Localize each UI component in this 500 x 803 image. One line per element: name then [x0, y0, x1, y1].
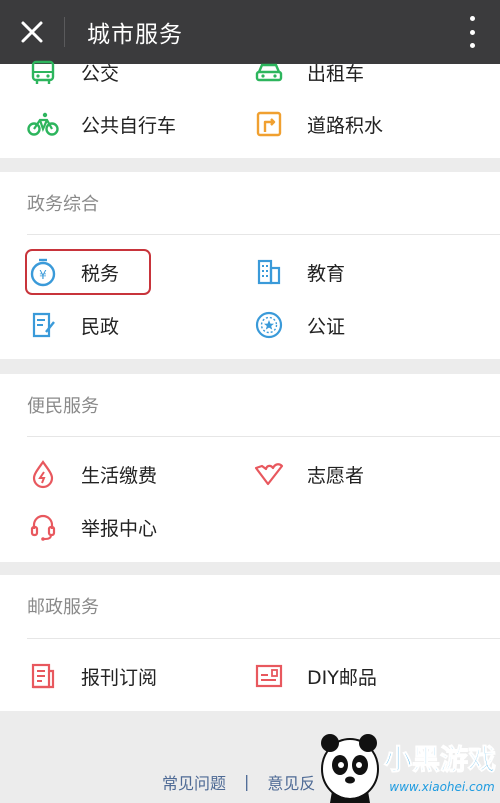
service-volunteer[interactable]: 志愿者 [253, 454, 364, 494]
more-dot-icon [469, 29, 475, 35]
seal-icon [253, 309, 285, 341]
newspaper-icon [27, 660, 59, 692]
service-label: 报刊订阅 [81, 666, 158, 689]
page-title: 城市服务 [87, 22, 183, 48]
building-icon [253, 256, 285, 288]
service-bus[interactable]: 公交 [27, 52, 119, 92]
service-education[interactable]: 教育 [253, 252, 345, 292]
service-diy-stamps[interactable]: DIY邮品 [253, 656, 377, 696]
title-divider [64, 17, 65, 47]
watermark-brand: 小黑游戏 [384, 743, 496, 776]
service-label: 公证 [307, 315, 346, 338]
bicycle-icon [27, 108, 59, 140]
service-label: 公交 [81, 62, 120, 85]
taxi-icon [253, 56, 285, 88]
section-divider [27, 638, 500, 639]
section-title: 政务综合 [27, 194, 99, 215]
highlight-box [25, 249, 151, 295]
service-label: 出租车 [307, 62, 365, 85]
section-title: 便民服务 [27, 396, 99, 417]
watermark-url: www.xiaohei.com [389, 780, 494, 794]
service-label: 教育 [307, 262, 346, 285]
service-report-center[interactable]: 举报中心 [27, 507, 157, 547]
watermark-logo: 小黑游戏 www.xiaohei.com [321, 734, 497, 803]
section-divider [27, 436, 500, 437]
service-label: 民政 [81, 315, 120, 338]
service-label: 公共自行车 [81, 114, 177, 137]
drop-bolt-icon [27, 458, 59, 490]
service-newspaper-subscription[interactable]: 报刊订阅 [27, 656, 157, 696]
headset-icon [27, 511, 59, 543]
service-label: 道路积水 [307, 114, 384, 137]
service-public-bike[interactable]: 公共自行车 [27, 104, 176, 144]
service-label: 志愿者 [307, 464, 365, 487]
service-utility-payment[interactable]: 生活缴费 [27, 454, 157, 494]
heart-hand-icon [253, 458, 285, 490]
section-divider [27, 234, 500, 235]
road-sign-icon [253, 108, 285, 140]
postcard-icon [253, 660, 285, 692]
faq-link[interactable]: 常见问题 [162, 770, 226, 794]
service-road-flooding[interactable]: 道路积水 [253, 104, 383, 144]
more-dot-icon [469, 43, 475, 48]
service-label: DIY邮品 [307, 666, 377, 689]
close-icon [21, 21, 43, 43]
footer-separator: | [244, 772, 250, 791]
service-taxi[interactable]: 出租车 [253, 52, 364, 92]
convenience-section: 便民服务 生活缴费 志愿者 举报中心 [0, 374, 500, 562]
service-label: 举报中心 [81, 517, 158, 540]
bus-icon [27, 56, 59, 88]
service-civil-affairs[interactable]: 民政 [27, 305, 119, 345]
more-menu-button[interactable] [462, 16, 482, 48]
more-dot-icon [469, 16, 475, 21]
section-title: 邮政服务 [27, 597, 99, 618]
document-edit-icon [27, 309, 59, 341]
service-label: 生活缴费 [81, 464, 158, 487]
service-notary[interactable]: 公证 [253, 305, 345, 345]
postal-section: 邮政服务 报刊订阅 DIY邮品 [0, 575, 500, 711]
transport-section: 公交 出租车 公共自行车 道路积水 [0, 60, 500, 158]
